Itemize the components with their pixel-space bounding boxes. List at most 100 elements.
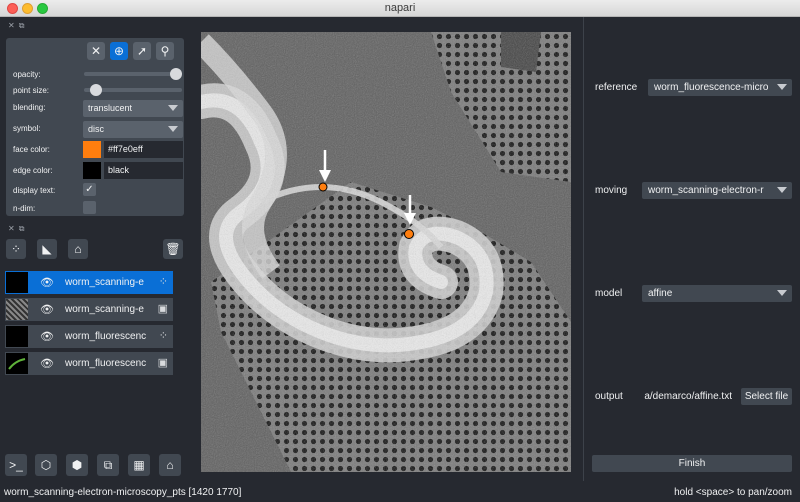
points-icon: ⁘: [10, 242, 22, 256]
select-file-button[interactable]: Select file: [741, 388, 792, 405]
visibility-eye-icon[interactable]: 👁: [40, 276, 54, 289]
registration-panel: reference worm_fluorescence-micro moving…: [583, 17, 800, 481]
blending-select[interactable]: translucent: [83, 100, 183, 117]
delete-points-button[interactable]: ✕: [87, 42, 105, 60]
ndisplay-button[interactable]: ⬡: [35, 454, 57, 476]
moving-label: moving: [595, 185, 628, 196]
select-points-button[interactable]: ➚: [133, 42, 151, 60]
add-circle-icon: ⊕: [113, 44, 125, 58]
layer-item[interactable]: 👁 worm_scanning-e ▣: [5, 298, 173, 321]
image-layer-icon: ▣: [157, 303, 168, 315]
point-marker[interactable]: [318, 182, 328, 192]
layer-name[interactable]: worm_scanning-e: [65, 277, 149, 288]
layer-name[interactable]: worm_scanning-e: [65, 304, 149, 315]
title-bar: napari: [0, 0, 800, 17]
grid-view-button[interactable]: ▦: [128, 454, 150, 476]
ndim-checkbox[interactable]: [83, 201, 96, 214]
dock-close-icon[interactable]: ✕: [8, 224, 15, 234]
roll-dims-button[interactable]: ⬢: [66, 454, 88, 476]
dock-float-icon[interactable]: ⧉: [19, 224, 25, 234]
window-title: napari: [384, 2, 416, 14]
visibility-eye-icon[interactable]: 👁: [40, 357, 54, 370]
add-points-button[interactable]: ⊕: [110, 42, 128, 60]
grid-icon: ▦: [133, 458, 145, 472]
pointer-icon: ➚: [136, 44, 148, 58]
roll-cube-icon: ⬢: [71, 458, 83, 472]
model-label: model: [595, 288, 623, 299]
face-color-label: face color:: [13, 145, 50, 154]
chevron-down-icon: [777, 187, 787, 193]
status-bar: worm_scanning-electron-microscopy_pts [1…: [0, 483, 800, 502]
layer-controls-panel: ✕ ⊕ ➚ ⚲ opacity: point size: blending: t…: [6, 38, 184, 216]
symbol-label: symbol:: [13, 124, 41, 133]
status-help: hold <space> to pan/zoom: [674, 487, 792, 498]
edge-color-input[interactable]: black: [104, 162, 183, 179]
symbol-select[interactable]: disc: [83, 121, 183, 138]
dock-float-icon[interactable]: ⧉: [19, 21, 25, 31]
moving-select[interactable]: worm_scanning-electron-r: [642, 182, 792, 199]
visibility-eye-icon[interactable]: 👁: [40, 330, 54, 343]
opacity-slider-handle[interactable]: [170, 68, 182, 80]
output-label: output: [595, 391, 623, 402]
new-labels-layer-button[interactable]: ⌂: [68, 239, 88, 259]
worm-thumbnail-icon: [8, 358, 26, 370]
pan-zoom-button[interactable]: ⚲: [156, 42, 174, 60]
cube-icon: ⬡: [40, 458, 52, 472]
model-value: affine: [648, 288, 673, 299]
console-button[interactable]: >_: [5, 454, 27, 476]
reference-select[interactable]: worm_fluorescence-micro: [648, 79, 792, 96]
point-size-label: point size:: [13, 86, 50, 95]
home-icon: ⌂: [166, 458, 174, 472]
opacity-slider[interactable]: [84, 68, 182, 80]
delete-layer-button[interactable]: 🗑: [163, 239, 183, 259]
edge-color-swatch[interactable]: [83, 162, 101, 179]
trash-icon: 🗑: [165, 242, 181, 256]
points-layer-icon: ⁘: [158, 276, 168, 288]
status-message: worm_scanning-electron-microscopy_pts [1…: [4, 487, 242, 498]
moving-value: worm_scanning-electron-r: [648, 185, 764, 196]
layerlist-dock-header: ✕ ⧉: [8, 224, 24, 234]
transpose-icon: ⧉: [103, 457, 113, 472]
blending-label: blending:: [13, 103, 46, 112]
transpose-button[interactable]: ⧉: [97, 454, 119, 476]
layer-item[interactable]: 👁 worm_scanning-e ⁘: [5, 271, 173, 294]
layer-thumbnail: [6, 326, 28, 347]
layer-item[interactable]: 👁 worm_fluorescenc ▣: [5, 352, 173, 375]
chevron-down-icon: [777, 84, 787, 90]
new-shapes-layer-button[interactable]: ◣: [37, 239, 57, 259]
face-color-input[interactable]: #ff7e0eff: [104, 141, 183, 158]
chevron-down-icon: [777, 290, 787, 296]
layer-thumbnail: [6, 353, 28, 374]
layer-name[interactable]: worm_fluorescenc: [65, 331, 149, 342]
microscopy-image: [201, 32, 571, 472]
edge-color-label: edge color:: [13, 166, 53, 175]
model-select[interactable]: affine: [642, 285, 792, 302]
layer-thumbnail: [6, 272, 28, 293]
point-size-slider-handle[interactable]: [90, 84, 102, 96]
layer-name[interactable]: worm_fluorescenc: [65, 358, 149, 369]
point-size-slider[interactable]: [84, 84, 182, 96]
dock-close-icon[interactable]: ✕: [8, 21, 15, 31]
close-icon: ✕: [90, 44, 102, 58]
face-color-swatch[interactable]: [83, 141, 101, 158]
symbol-value: disc: [88, 124, 105, 134]
tag-icon: ⌂: [74, 242, 82, 256]
search-icon: ⚲: [160, 44, 170, 58]
home-button[interactable]: ⌂: [159, 454, 181, 476]
display-text-label: display text:: [13, 186, 56, 195]
viewer-canvas[interactable]: [201, 32, 571, 472]
visibility-eye-icon[interactable]: 👁: [40, 303, 54, 316]
opacity-label: opacity:: [13, 70, 41, 79]
display-text-checkbox[interactable]: ✓: [83, 183, 96, 196]
shapes-icon: ◣: [42, 242, 52, 256]
controls-dock-header: ✕ ⧉: [8, 21, 24, 31]
finish-button[interactable]: Finish: [592, 455, 792, 472]
points-layer-icon: ⁘: [158, 330, 168, 342]
terminal-icon: >_: [9, 458, 23, 472]
blending-value: translucent: [88, 103, 133, 113]
new-points-layer-button[interactable]: ⁘: [6, 239, 26, 259]
reference-value: worm_fluorescence-micro: [654, 82, 769, 93]
point-marker[interactable]: [404, 229, 414, 239]
layer-item[interactable]: 👁 worm_fluorescenc ⁘: [5, 325, 173, 348]
output-path-input[interactable]: a/demarco/affine.txt: [642, 388, 734, 405]
